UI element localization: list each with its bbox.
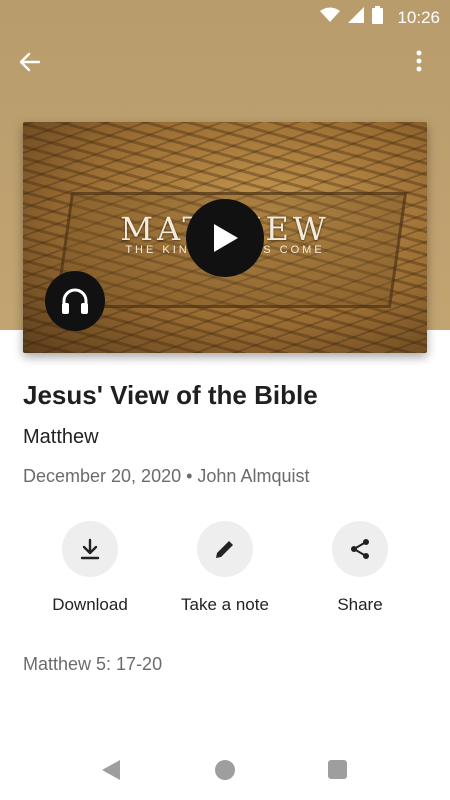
- system-nav-bar: [0, 740, 450, 800]
- more-vert-icon: [416, 50, 422, 72]
- nav-recents-button[interactable]: [328, 760, 347, 779]
- share-icon: [351, 539, 369, 559]
- play-button[interactable]: [186, 199, 264, 277]
- scripture-reference: Matthew 5: 17-20: [23, 654, 163, 674]
- headphones-icon: [62, 288, 88, 314]
- download-button[interactable]: Download: [25, 521, 155, 615]
- share-button[interactable]: Share: [295, 521, 425, 615]
- play-icon: [214, 224, 238, 252]
- sermon-title: Jesus' View of the Bible: [23, 380, 318, 410]
- more-options-button[interactable]: [416, 50, 436, 80]
- share-label: Share: [337, 595, 383, 614]
- back-button[interactable]: [18, 50, 52, 80]
- nav-home-button[interactable]: [215, 760, 235, 780]
- download-label: Download: [52, 595, 128, 614]
- date-speaker: December 20, 2020 • John Almquist: [23, 466, 310, 486]
- triangle-back-icon: [102, 760, 120, 780]
- arrow-left-icon: [19, 52, 41, 72]
- wifi-icon: [320, 7, 341, 28]
- nav-back-button[interactable]: [101, 759, 121, 786]
- app-bar: [0, 40, 450, 90]
- download-circle: [62, 521, 118, 577]
- battery-icon: [372, 6, 384, 29]
- download-icon: [80, 538, 100, 560]
- status-bar: 10:26: [0, 0, 450, 32]
- note-circle: [197, 521, 253, 577]
- take-note-button[interactable]: Take a note: [160, 521, 290, 615]
- take-note-label: Take a note: [181, 595, 269, 614]
- signal-icon: [348, 7, 365, 28]
- audio-button[interactable]: [45, 271, 105, 331]
- share-circle: [332, 521, 388, 577]
- series-name: Matthew: [23, 426, 99, 448]
- status-time: 10:26: [397, 7, 440, 27]
- pencil-icon: [216, 541, 233, 558]
